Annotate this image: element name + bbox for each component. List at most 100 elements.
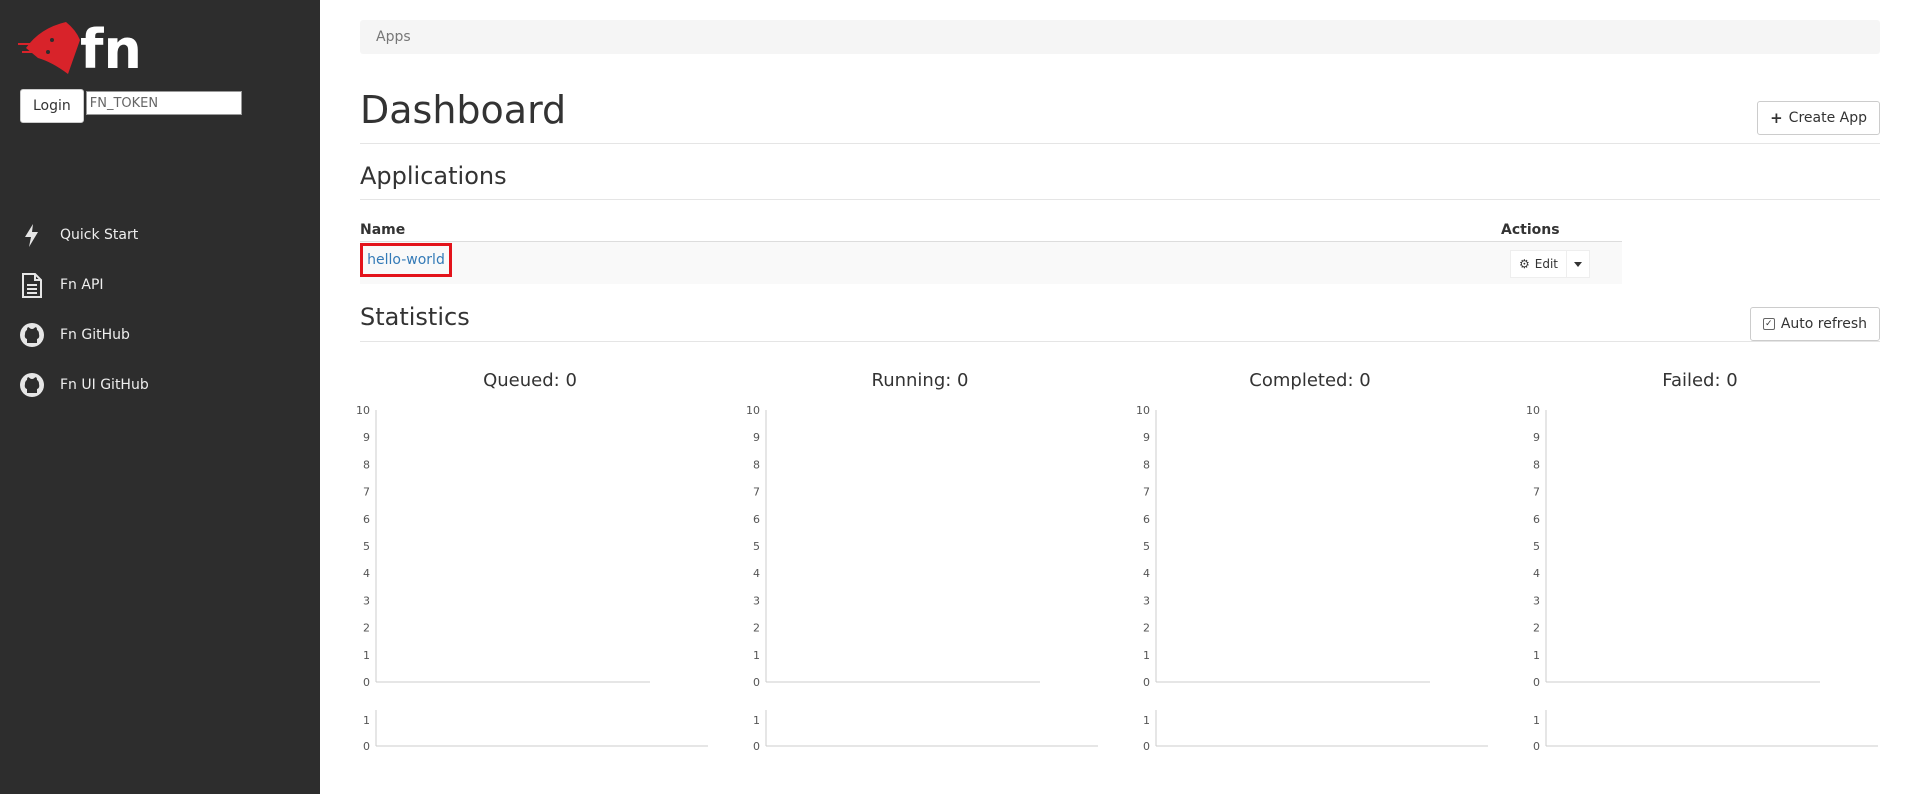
chart-svg: 0 1 2 3 4 5 6 7 8 9 10 0 1 [746,404,1098,753]
chart-running: Running: 0 0 1 2 3 4 5 6 7 8 9 10 0 1 [740,370,1098,790]
chart-title: Running: 0 [871,370,969,391]
breadcrumb-apps[interactable]: Apps [376,29,411,45]
y-tick-label: 7 [1143,486,1150,499]
y-tick-label: 7 [753,486,760,499]
sidebar-item-label: Fn UI GitHub [60,377,149,393]
chart-title: Queued: 0 [483,370,577,391]
y-tick-label: 5 [363,540,370,553]
y-tick-label: 3 [363,594,370,607]
y2-tick-label: 1 [1143,714,1150,727]
y-tick-label: 10 [746,404,760,417]
column-header-name: Name [360,222,406,238]
y-tick-label: 7 [363,486,370,499]
y-tick-label: 1 [753,649,760,662]
y-tick-label: 6 [1143,513,1150,526]
y-tick-label: 1 [1143,649,1150,662]
y-tick-label: 1 [363,649,370,662]
y-tick-label: 10 [1526,404,1540,417]
caret-down-icon [1574,261,1583,267]
statistics-title: Statistics [360,303,470,331]
main-content: Apps Dashboard + Create App Applications… [356,0,1880,794]
chart-completed: Completed: 0 0 1 2 3 4 5 6 7 8 9 10 0 1 [1130,370,1488,790]
create-app-button[interactable]: + Create App [1757,101,1880,135]
auto-refresh-label: Auto refresh [1780,316,1867,332]
y2-tick-label: 1 [1533,714,1540,727]
y-tick-label: 6 [363,513,370,526]
y-tick-label: 10 [356,404,370,417]
y-tick-label: 8 [363,458,370,471]
y-tick-label: 3 [753,594,760,607]
divider [360,143,1880,144]
y-tick-label: 5 [1143,540,1150,553]
y-tick-label: 5 [1533,540,1540,553]
y2-tick-label: 0 [1533,740,1540,753]
chart-failed: Failed: 0 0 1 2 3 4 5 6 7 8 9 10 0 1 [1520,370,1878,790]
y2-tick-label: 0 [1143,740,1150,753]
y-tick-label: 1 [1533,649,1540,662]
y-tick-label: 2 [1143,622,1150,635]
y-tick-label: 8 [1533,458,1540,471]
lightning-icon [25,224,38,247]
actions-dropdown-toggle[interactable] [1567,250,1591,278]
y-tick-label: 7 [1533,486,1540,499]
y-tick-label: 4 [363,567,370,580]
y2-tick-label: 0 [363,740,370,753]
chart-title: Completed: 0 [1249,370,1371,391]
y-tick-label: 4 [1143,567,1150,580]
sidebar-item-quick-start[interactable]: Quick Start [18,210,149,260]
create-app-label: Create App [1788,110,1867,126]
divider [360,341,1880,342]
sidebar-item-fn-api[interactable]: Fn API [18,260,149,310]
column-header-actions: Actions [1501,222,1560,238]
fn-logo[interactable]: fn [18,18,152,74]
y-tick-label: 3 [1143,594,1150,607]
chart-svg: 0 1 2 3 4 5 6 7 8 9 10 0 1 [1526,404,1878,753]
y-tick-label: 8 [753,458,760,471]
y-tick-label: 10 [1136,404,1150,417]
y-tick-label: 9 [1143,431,1150,444]
edit-button[interactable]: ⚙ Edit [1510,250,1568,278]
y2-tick-label: 1 [363,714,370,727]
sidebar-item-label: Fn GitHub [60,327,130,343]
auto-refresh-toggle[interactable]: ✓ Auto refresh [1749,307,1880,341]
y-tick-label: 6 [753,513,760,526]
y-tick-label: 2 [363,622,370,635]
table-row: hello-world ⚙ Edit [360,241,1622,284]
github-icon [20,373,44,397]
breadcrumb: Apps [360,20,1880,54]
plus-icon: + [1770,109,1783,127]
sidebar-item-fn-github[interactable]: Fn GitHub [18,310,149,360]
y-tick-label: 4 [1533,567,1540,580]
gear-icon: ⚙ [1519,257,1530,271]
y-tick-label: 9 [1533,431,1540,444]
edit-button-group: ⚙ Edit [1510,250,1591,278]
y-tick-label: 6 [1533,513,1540,526]
y-tick-label: 0 [1533,676,1540,689]
y-tick-label: 0 [753,676,760,689]
sidebar-item-label: Fn API [60,277,104,293]
checkbox-icon: ✓ [1762,318,1775,330]
token-input[interactable] [85,91,242,115]
divider [360,199,1880,200]
y-tick-label: 8 [1143,458,1150,471]
chart-svg: 0 1 2 3 4 5 6 7 8 9 10 0 1 [356,404,708,753]
page-title: Dashboard [360,88,567,132]
chart-queued: Queued: 0 0 1 2 3 4 5 6 7 8 9 10 0 1 [350,370,708,790]
login-button[interactable]: Login [20,89,84,123]
y-tick-label: 2 [1533,622,1540,635]
y2-tick-label: 0 [753,740,760,753]
sidebar-item-fn-ui-github[interactable]: Fn UI GitHub [18,360,149,410]
github-icon [20,323,44,347]
sidebar-nav: Quick Start Fn API Fn GitHub Fn UI GitHu… [18,210,149,410]
y-tick-label: 4 [753,567,760,580]
chart-title: Failed: 0 [1662,370,1738,391]
app-link-hello-world[interactable]: hello-world [360,243,452,277]
y-tick-label: 9 [363,431,370,444]
y-tick-label: 0 [1143,676,1150,689]
svg-text:fn: fn [80,18,142,74]
y-tick-label: 0 [363,676,370,689]
applications-title: Applications [360,162,507,190]
y-tick-label: 9 [753,431,760,444]
y-tick-label: 3 [1533,594,1540,607]
document-icon [22,273,42,298]
